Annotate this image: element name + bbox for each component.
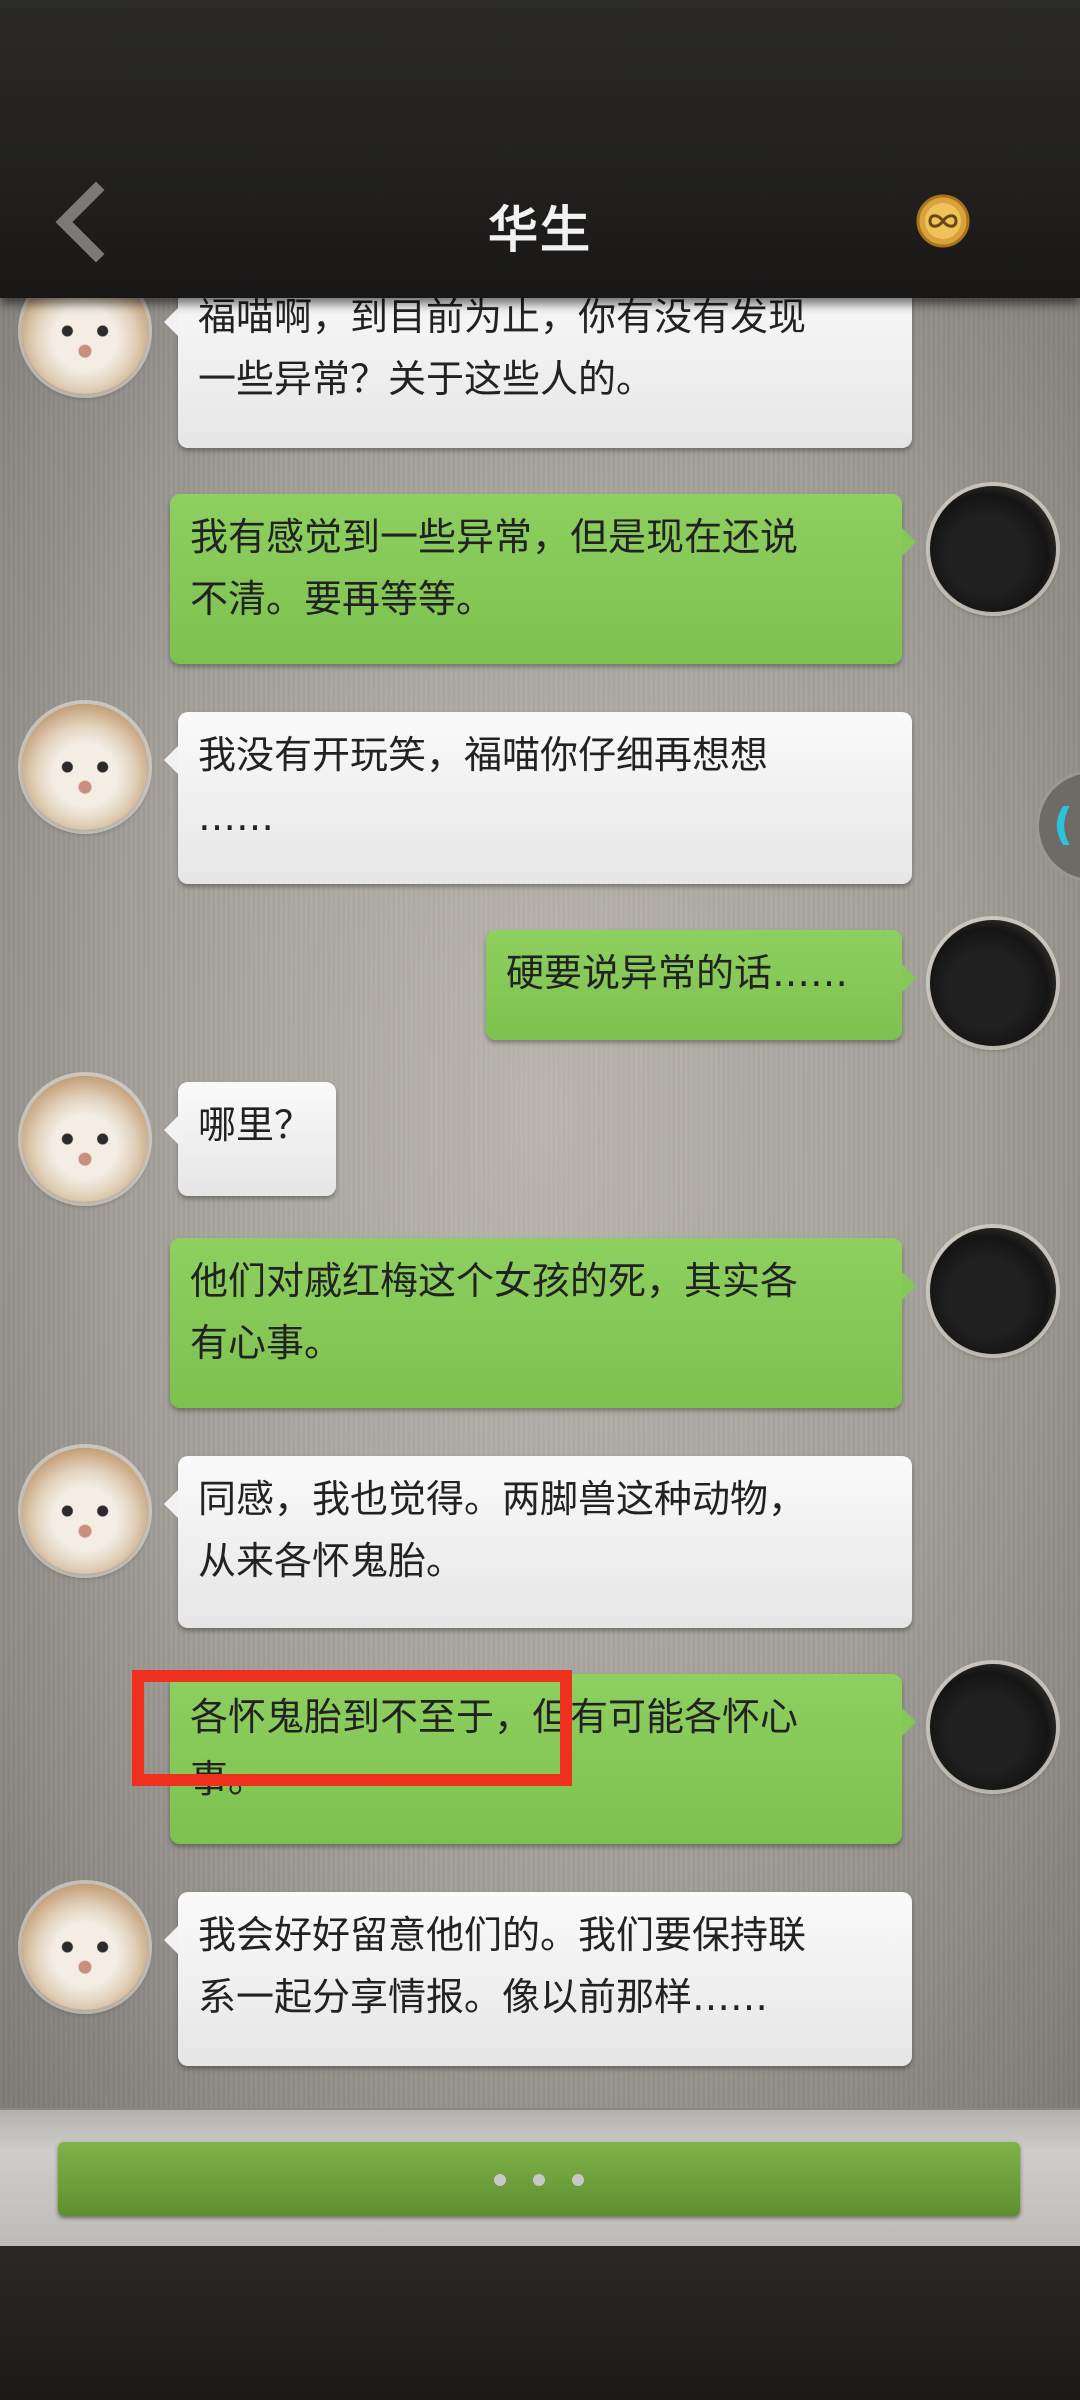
message-bubble: 哪里？ [164,1082,336,1196]
message-bubble: 他们对戚红梅这个女孩的死，其实各 有心事。 [170,1238,916,1408]
bottom-panel [0,2108,1080,2248]
user-avatar[interactable] [930,1664,1056,1790]
cat-avatar[interactable] [22,1448,148,1574]
cat-avatar[interactable] [22,1884,148,2010]
chat-area[interactable]: 福喵啊，到目前为止，你有没有发现 一些异常？关于这些人的。 我有感觉到一些异常，… [0,298,1080,2108]
cat-avatar[interactable] [22,1076,148,1202]
message-bubble: 各怀鬼胎到不至于，但有可能各怀心 事。 [170,1674,916,1844]
message-line: 我没有开玩笑，福喵你仔细再想想 [198,733,769,777]
message-line: 有心事。 [190,1321,343,1365]
infinity-coin-icon[interactable] [916,194,970,248]
reply-options-bar[interactable] [58,2142,1020,2216]
top-bar: 华生 [0,0,1080,298]
side-tab-glyph: ( [1053,799,1074,850]
message-line: 同感，我也觉得。两脚兽这种动物， [198,1477,807,1521]
typing-dot [572,2174,584,2186]
message-line: 福喵啊，到目前为止，你有没有发现 [198,298,807,339]
message-line: 我会好好留意他们的。我们要保持联 [198,1913,807,1957]
message-bubble: 同感，我也觉得。两脚兽这种动物， 从来各怀鬼胎。 [164,1456,912,1628]
bottom-footer [0,2246,1080,2400]
message-line: 我有感觉到一些异常，但是现在还说 [190,515,799,559]
message-line: …… [198,795,274,839]
cat-avatar[interactable] [22,298,148,394]
user-avatar[interactable] [930,920,1056,1046]
typing-dot [533,2174,545,2186]
message-bubble: 福喵啊，到目前为止，你有没有发现 一些异常？关于这些人的。 [164,298,912,448]
message-line: 各怀鬼胎到不至于，但有可能各怀心 [190,1695,799,1739]
message-bubble: 我会好好留意他们的。我们要保持联 系一起分享情报。像以前那样…… [164,1892,912,2066]
user-avatar[interactable] [930,486,1056,612]
message-line: 从来各怀鬼胎。 [198,1539,465,1583]
message-line: 一些异常？关于这些人的。 [198,357,655,401]
typing-dot [494,2174,506,2186]
message-line: 不清。要再等等。 [190,577,495,621]
cat-avatar[interactable] [22,704,148,830]
message-line: 事。 [190,1757,267,1801]
message-bubble: 我没有开玩笑，福喵你仔细再想想 …… [164,712,912,884]
message-line: 他们对戚红梅这个女孩的死，其实各 [190,1259,799,1303]
message-line: 哪里？ [198,1103,313,1147]
message-line: 系一起分享情报。像以前那样…… [198,1975,769,2019]
message-bubble: 硬要说异常的话…… [486,930,916,1040]
user-avatar[interactable] [930,1228,1056,1354]
message-bubble: 我有感觉到一些异常，但是现在还说 不清。要再等等。 [170,494,916,664]
message-line: 硬要说异常的话…… [506,951,849,995]
